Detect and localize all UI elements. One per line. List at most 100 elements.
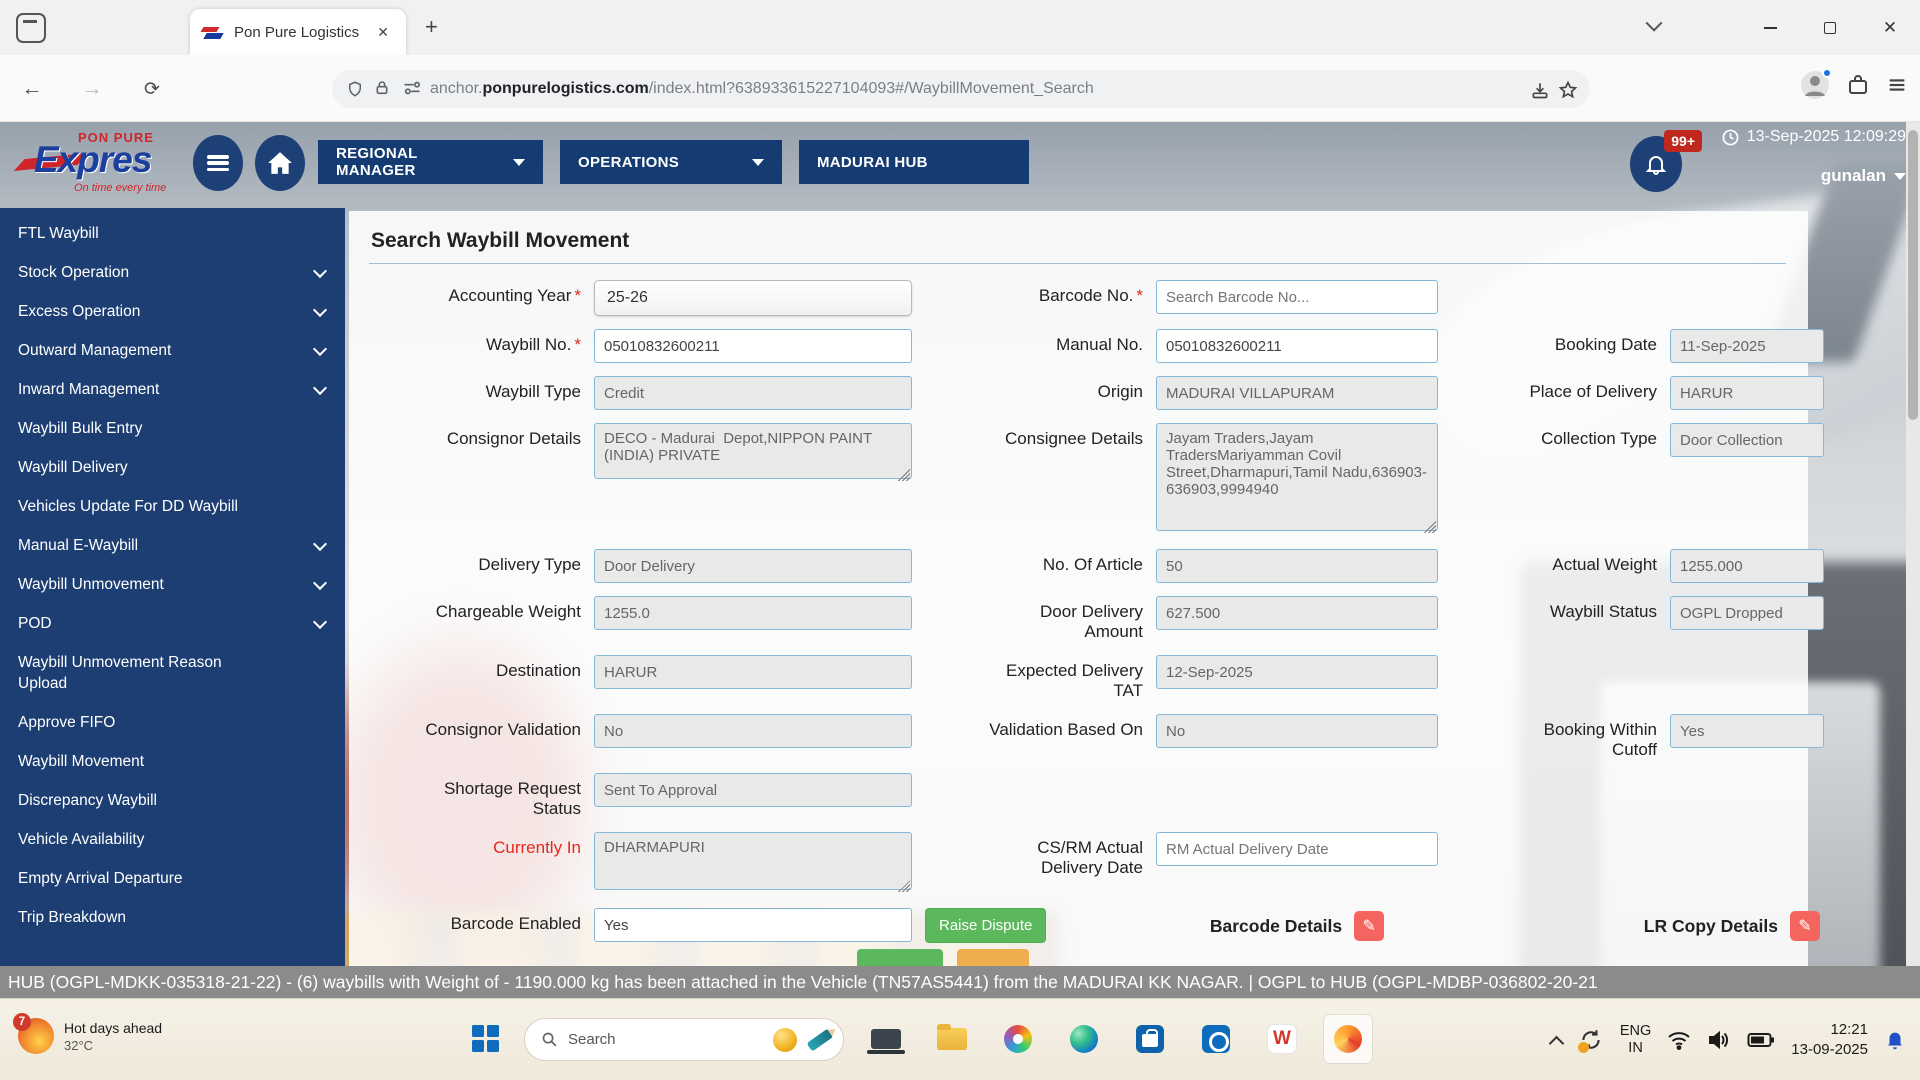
- chevron-down-icon: [513, 159, 525, 166]
- collection-type-input[interactable]: [1670, 423, 1824, 457]
- download-icon[interactable]: [1530, 80, 1548, 98]
- tab-close-icon[interactable]: ✕: [372, 22, 394, 43]
- validation-based-on-input[interactable]: [1156, 714, 1438, 748]
- destination-input[interactable]: [594, 655, 912, 689]
- sidebar-item-trip-breakdown[interactable]: Trip Breakdown: [0, 898, 345, 937]
- barcode-details-edit-icon[interactable]: ✎: [1354, 911, 1384, 941]
- cs-rm-actual-delivery-date-input[interactable]: [1156, 832, 1438, 866]
- waybill-type-input[interactable]: [594, 376, 912, 410]
- notifications-button[interactable]: 99+: [1630, 130, 1686, 192]
- sidebar-item-pod[interactable]: POD: [0, 604, 345, 643]
- scrollbar-thumb[interactable]: [1908, 130, 1918, 420]
- consignee-details-textarea[interactable]: Jayam Traders,Jayam TradersMariyamman Co…: [1156, 423, 1438, 531]
- barcode-no-input[interactable]: [1156, 280, 1438, 314]
- no-of-article-input[interactable]: [1156, 549, 1438, 583]
- maximize-button[interactable]: [1800, 0, 1860, 55]
- chargeable-weight-input[interactable]: [594, 596, 912, 630]
- manual-no-input[interactable]: [1156, 329, 1438, 363]
- consignor-validation-input[interactable]: [594, 714, 912, 748]
- raise-dispute-button[interactable]: Raise Dispute: [925, 908, 1046, 943]
- sidebar-item-waybill-delivery[interactable]: Waybill Delivery: [0, 448, 345, 487]
- sidebar-item-stock-operation[interactable]: Stock Operation: [0, 253, 345, 292]
- sidebar-item-waybill-bulk-entry[interactable]: Waybill Bulk Entry: [0, 409, 345, 448]
- sidebar-item-approve-fifo[interactable]: Approve FIFO: [0, 703, 345, 742]
- language-indicator[interactable]: ENG IN: [1620, 1023, 1651, 1057]
- sidebar-item-vehicle-availability[interactable]: Vehicle Availability: [0, 820, 345, 859]
- browser-toolbar: ← → ⟳ anchor.ponpurelogistics.com/index.…: [0, 55, 1920, 122]
- new-tab-button[interactable]: +: [425, 16, 438, 38]
- sidebar-item-outward-management[interactable]: Outward Management: [0, 331, 345, 370]
- battery-icon[interactable]: [1747, 1031, 1775, 1049]
- delivery-type-input[interactable]: [594, 549, 912, 583]
- booking-within-cutoff-input[interactable]: [1670, 714, 1824, 748]
- sidebar-item-vehicles-update-dd[interactable]: Vehicles Update For DD Waybill: [0, 487, 345, 526]
- hub-button[interactable]: MADURAI HUB: [799, 140, 1029, 184]
- taskbar-app-outlook[interactable]: [1192, 1015, 1240, 1063]
- profile-avatar-icon[interactable]: [1800, 70, 1830, 100]
- place-of-delivery-input[interactable]: [1670, 376, 1824, 410]
- taskbar-search[interactable]: Search: [524, 1018, 844, 1061]
- weather-widget[interactable]: 7 Hot days ahead 32°C: [18, 1018, 162, 1054]
- sidebar-item-waybill-unmovement[interactable]: Waybill Unmovement: [0, 565, 345, 604]
- forward-button[interactable]: →: [76, 73, 108, 105]
- taskbar-app-active-browser[interactable]: [1324, 1015, 1372, 1063]
- sidebar-item-unmovement-reason-upload[interactable]: Waybill Unmovement Reason Upload: [0, 643, 345, 703]
- back-button[interactable]: ←: [16, 73, 48, 105]
- taskbar-clock[interactable]: 12:21 13-09-2025: [1791, 1020, 1868, 1060]
- taskbar-app-store[interactable]: [1126, 1015, 1174, 1063]
- tray-overflow-chevron-icon[interactable]: [1549, 1035, 1565, 1051]
- browser-essentials-bag-icon[interactable]: [1846, 73, 1870, 97]
- sidebar-item-inward-management[interactable]: Inward Management: [0, 370, 345, 409]
- origin-input[interactable]: [1156, 376, 1438, 410]
- waybill-no-input[interactable]: [594, 329, 912, 363]
- lr-copy-details-edit-icon[interactable]: ✎: [1790, 911, 1820, 941]
- start-button[interactable]: [472, 1025, 500, 1053]
- notification-center-bell-icon[interactable]: [1884, 1028, 1906, 1052]
- refresh-button[interactable]: ⟳: [136, 73, 168, 105]
- sidebar-item-discrepancy-waybill[interactable]: Discrepancy Waybill: [0, 781, 345, 820]
- minimize-button[interactable]: [1740, 0, 1800, 55]
- taskbar-app-file-explorer[interactable]: [928, 1015, 976, 1063]
- user-menu[interactable]: gunalan: [1821, 166, 1906, 186]
- booking-date-input[interactable]: [1670, 329, 1824, 363]
- waybill-status-input[interactable]: [1670, 596, 1824, 630]
- volume-icon[interactable]: [1707, 1030, 1731, 1050]
- tab-search-chevron-icon[interactable]: [1648, 20, 1660, 32]
- barcode-enabled-input[interactable]: [594, 908, 912, 942]
- chargeable-weight-label: Chargeable Weight: [436, 596, 581, 622]
- role-dropdown[interactable]: REGIONAL MANAGER: [318, 140, 543, 184]
- accounting-year-select[interactable]: 25-26: [594, 280, 912, 316]
- sidebar-item-ftl-waybill[interactable]: FTL Waybill: [0, 214, 345, 253]
- search-waybill-card: Search Waybill Movement Accounting Year*…: [349, 211, 1808, 966]
- door-delivery-amount-input[interactable]: [1156, 596, 1438, 630]
- wifi-icon[interactable]: [1667, 1030, 1691, 1050]
- page-scrollbar[interactable]: [1906, 122, 1920, 966]
- sidebar-item-manual-e-waybill[interactable]: Manual E-Waybill: [0, 526, 345, 565]
- sync-tray-icon[interactable]: [1578, 1027, 1604, 1053]
- taskbar-app-laptop[interactable]: [862, 1015, 910, 1063]
- site-permissions-icon[interactable]: [402, 80, 420, 98]
- actual-weight-input[interactable]: [1670, 549, 1824, 583]
- expected-delivery-tat-input[interactable]: [1156, 655, 1438, 689]
- consignor-details-textarea[interactable]: DECO - Madurai Depot,NIPPON PAINT (INDIA…: [594, 423, 912, 479]
- menu-icon[interactable]: [1886, 74, 1908, 96]
- sidebar-toggle-button[interactable]: [193, 135, 243, 191]
- taskbar-app-photos[interactable]: [994, 1015, 1042, 1063]
- outlook-icon: [1202, 1025, 1230, 1053]
- close-button[interactable]: ✕: [1860, 0, 1920, 55]
- address-bar[interactable]: anchor.ponpurelogistics.com/index.html?6…: [332, 70, 1590, 108]
- home-button[interactable]: [255, 135, 305, 191]
- lock-icon[interactable]: [374, 80, 392, 98]
- sidebar-item-empty-arrival-departure[interactable]: Empty Arrival Departure: [0, 859, 345, 898]
- tab-actions-icon[interactable]: [16, 13, 46, 43]
- browser-tab[interactable]: Pon Pure Logistics ✕: [190, 9, 406, 55]
- department-dropdown[interactable]: OPERATIONS: [560, 140, 782, 184]
- shield-icon[interactable]: [346, 80, 364, 98]
- sidebar-item-waybill-movement[interactable]: Waybill Movement: [0, 742, 345, 781]
- currently-in-textarea[interactable]: DHARMAPURI: [594, 832, 912, 890]
- sidebar-item-excess-operation[interactable]: Excess Operation: [0, 292, 345, 331]
- taskbar-app-wps[interactable]: W: [1258, 1015, 1306, 1063]
- shortage-request-status-input[interactable]: [594, 773, 912, 807]
- favorites-star-icon[interactable]: [1558, 80, 1576, 98]
- taskbar-app-edge[interactable]: [1060, 1015, 1108, 1063]
